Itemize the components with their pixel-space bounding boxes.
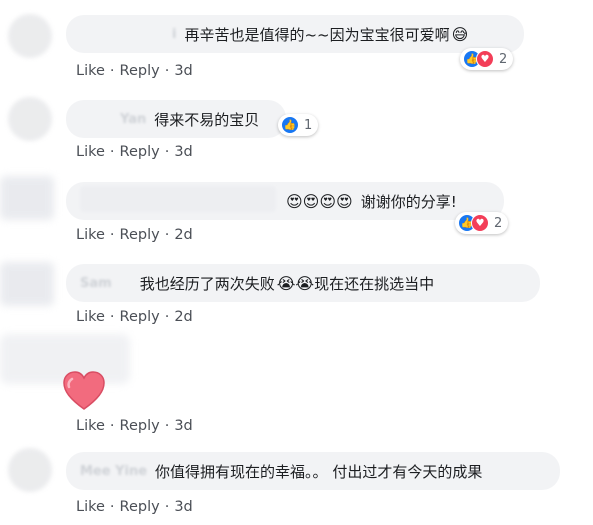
avatar[interactable] <box>0 176 54 220</box>
reaction-summary[interactable]: 👍 ♥ 2 <box>455 212 509 234</box>
like-link[interactable]: Like <box>76 309 105 325</box>
comment-timestamp[interactable]: 3d <box>174 499 192 515</box>
separator-dot: · <box>164 227 170 243</box>
separator-dot: · <box>164 418 170 434</box>
comment-actions: Like · Reply · 2d <box>76 309 193 325</box>
comment-bubble: Sam 我也经历了两次失败 😭😭 现在还在挑选当中 <box>66 264 540 302</box>
grin-sweat-emoji: 😅 <box>451 24 469 44</box>
comment-timestamp[interactable]: 2d <box>174 309 192 325</box>
comment-text: 得来不易的宝贝 <box>154 110 260 129</box>
comment-text: 再辛苦也是值得的~~因为宝宝很可爱啊 <box>184 25 450 44</box>
separator-dot: · <box>164 309 170 325</box>
comment-bubble: Mee Yine 你值得拥有现在的幸福。。 付出过才有今天的成果 <box>66 452 560 490</box>
like-link[interactable]: Like <box>76 144 105 160</box>
reaction-summary[interactable]: 👍 ♥ 2 <box>460 48 514 70</box>
separator-dot: · <box>109 227 115 243</box>
reply-link[interactable]: Reply <box>120 418 160 434</box>
reaction-count: 1 <box>304 117 313 133</box>
separator-dot: · <box>109 144 115 160</box>
comment-text: 我也经历了两次失败 <box>139 274 275 293</box>
comment-author[interactable]: Yan <box>120 112 146 127</box>
comment-timestamp[interactable]: 2d <box>174 227 192 243</box>
comment-author[interactable]: Mee Yine <box>80 464 147 479</box>
like-link[interactable]: Like <box>76 499 105 515</box>
reply-link[interactable]: Reply <box>120 499 160 515</box>
reply-link[interactable]: Reply <box>120 63 160 79</box>
reply-link[interactable]: Reply <box>120 144 160 160</box>
heart-eyes-emoji: 😍😍😍😍 <box>286 191 353 211</box>
comment-bubble: 😍😍😍😍 谢谢你的分享! <box>66 182 504 220</box>
comment-actions: Like · Reply · 3d <box>76 418 193 434</box>
love-reaction-icon: ♥ <box>476 50 494 68</box>
reply-link[interactable]: Reply <box>120 227 160 243</box>
separator-dot: · <box>109 499 115 515</box>
reply-link[interactable]: Reply <box>120 309 160 325</box>
avatar[interactable] <box>8 448 52 492</box>
comment-author[interactable]: Sam <box>80 276 112 291</box>
comment-text-continued: 现在还在挑选当中 <box>314 274 435 293</box>
like-link[interactable]: Like <box>76 63 105 79</box>
comment-bubble: Yan 得来不易的宝贝 <box>66 100 286 138</box>
crying-emoji: 😭😭 <box>276 273 315 293</box>
like-link[interactable]: Like <box>76 227 105 243</box>
comment-timestamp[interactable]: 3d <box>174 418 192 434</box>
comment-author[interactable]: i <box>172 27 176 42</box>
like-reaction-icon: 👍 <box>281 116 299 134</box>
comment-timestamp[interactable]: 3d <box>174 144 192 160</box>
like-link[interactable]: Like <box>76 418 105 434</box>
separator-dot: · <box>164 144 170 160</box>
reaction-summary[interactable]: 👍 1 <box>278 114 319 136</box>
comment-actions: Like · Reply · 2d <box>76 227 193 243</box>
heart-sticker <box>63 371 105 410</box>
separator-dot: · <box>109 418 115 434</box>
comment-bubble: i 再辛苦也是值得的~~因为宝宝很可爱啊 😅 <box>66 15 524 53</box>
comment-text: 谢谢你的分享! <box>360 192 457 211</box>
comment-actions: Like · Reply · 3d <box>76 63 193 79</box>
reaction-count: 2 <box>494 215 503 231</box>
separator-dot: · <box>109 63 115 79</box>
separator-dot: · <box>164 499 170 515</box>
love-reaction-icon: ♥ <box>471 214 489 232</box>
comment-text: 你值得拥有现在的幸福。。 付出过才有今天的成果 <box>155 462 483 481</box>
comment-timestamp[interactable]: 3d <box>174 63 192 79</box>
avatar[interactable] <box>0 262 54 306</box>
comment-actions: Like · Reply · 3d <box>76 144 193 160</box>
separator-dot: · <box>164 63 170 79</box>
reaction-count: 2 <box>499 51 508 67</box>
comment-actions: Like · Reply · 3d <box>76 499 193 515</box>
avatar[interactable] <box>8 97 52 141</box>
separator-dot: · <box>109 309 115 325</box>
comment-author <box>80 186 276 216</box>
avatar[interactable] <box>8 14 52 58</box>
